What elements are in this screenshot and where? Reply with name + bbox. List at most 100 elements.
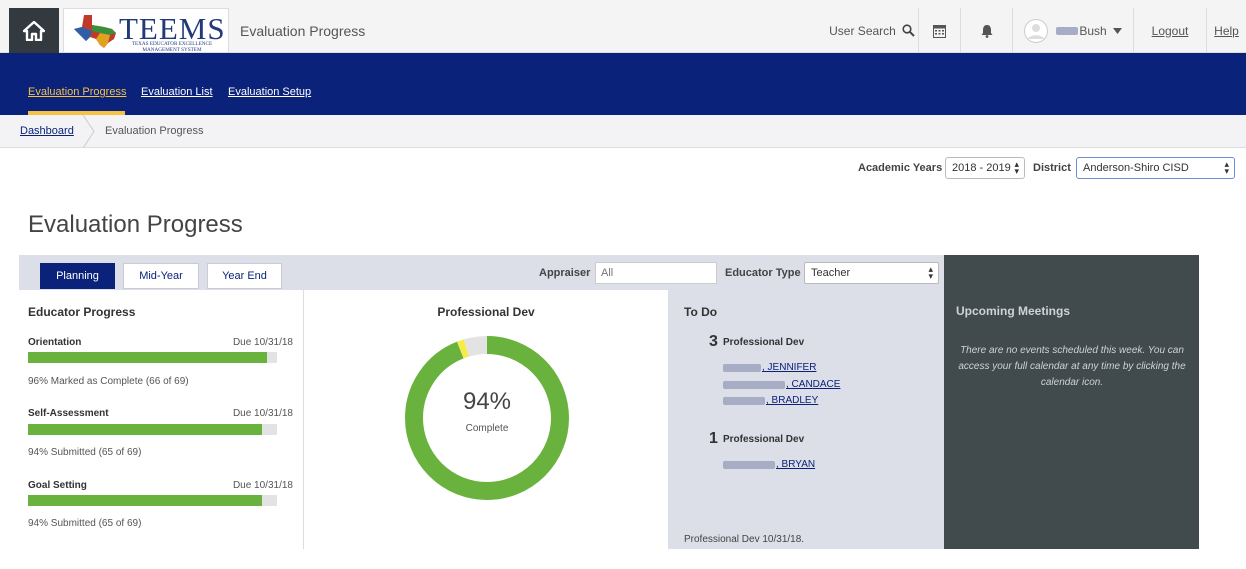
tab-year-end-label: Year End: [222, 270, 267, 282]
redacted-first-name: [1056, 26, 1079, 35]
academic-years-label: Academic Years: [858, 162, 943, 174]
panel-toolbar: Planning Mid-Year Year End Appraiser Edu…: [19, 255, 944, 290]
goal-setting-status: 94% Submitted (65 of 69): [28, 518, 142, 529]
goal-setting-label: Goal Setting: [28, 480, 87, 491]
progress-panel: Planning Mid-Year Year End Appraiser Edu…: [19, 255, 944, 549]
tab-mid-year[interactable]: Mid-Year: [123, 263, 199, 289]
calendar-icon: [933, 24, 946, 38]
upcoming-meetings-panel: Upcoming Meetings There are no events sc…: [944, 255, 1199, 549]
todo-section: To Do 3 Professional Dev , JENNIFER , CA…: [668, 290, 944, 549]
nav-bar: Evaluation Progress Evaluation List Eval…: [0, 53, 1246, 115]
todo-count: 1: [709, 430, 718, 447]
breadcrumb-dashboard-link[interactable]: Dashboard: [20, 125, 74, 137]
educator-type-label: Educator Type: [725, 267, 801, 279]
nav-evaluation-setup[interactable]: Evaluation Setup: [228, 86, 311, 98]
user-name: Bush: [1079, 23, 1107, 38]
educator-progress-section: Educator Progress Orientation Due 10/31/…: [19, 290, 304, 549]
help-label: Help: [1214, 23, 1239, 38]
notifications-button[interactable]: [960, 8, 1012, 53]
upcoming-meetings-title: Upcoming Meetings: [956, 304, 1071, 318]
professional-dev-section: Professional Dev 94% Complete: [304, 290, 668, 549]
user-search-label: User Search: [829, 23, 896, 38]
todo-educator-name: , BRADLEY: [766, 395, 819, 406]
district-select[interactable]: Anderson-Shiro CISD ▴ ▾: [1076, 157, 1235, 179]
redacted-name: [723, 460, 775, 469]
page-title: Evaluation Progress: [28, 211, 243, 238]
self-assessment-label: Self-Assessment: [28, 408, 109, 419]
breadcrumb: Dashboard Evaluation Progress: [0, 115, 1246, 148]
logo-subtitle: TEXAS EDUCATOR EXCELLENCE MANAGEMENT SYS…: [131, 41, 213, 53]
professional-dev-title: Professional Dev: [437, 305, 535, 319]
nav-evaluation-list[interactable]: Evaluation List: [141, 86, 213, 98]
goal-setting-progress-fill: [28, 495, 263, 506]
educator-progress-title: Educator Progress: [28, 305, 136, 319]
select-arrows-icon: ▴ ▾: [1014, 159, 1019, 176]
orientation-progress-fill: [28, 352, 268, 363]
todo-educator-name: , CANDACE: [786, 379, 841, 390]
help-link[interactable]: Help: [1206, 8, 1246, 53]
upcoming-meetings-message: There are no events scheduled this week.…: [958, 345, 1186, 388]
self-assessment-progress-bar: [28, 424, 277, 435]
logout-label: Logout: [1151, 23, 1189, 38]
goal-setting-due: Due 10/31/18: [232, 480, 293, 491]
calendar-button[interactable]: [918, 8, 960, 53]
todo-educator-link[interactable]: , BRYAN: [723, 459, 815, 470]
top-bar: TEEMS TEXAS EDUCATOR EXCELLENCE MANAGEME…: [0, 0, 1246, 53]
select-arrows-icon: ▴ ▾: [928, 264, 933, 281]
redacted-name: [723, 396, 765, 405]
breadcrumb-separator-icon: [82, 115, 95, 148]
redacted-name: [723, 363, 761, 372]
bell-icon: [981, 24, 992, 38]
orientation-label: Orientation: [28, 337, 82, 348]
todo-educator-name: , BRYAN: [776, 459, 816, 470]
teems-logo[interactable]: TEEMS TEXAS EDUCATOR EXCELLENCE MANAGEME…: [63, 8, 229, 53]
nav-evaluation-progress[interactable]: Evaluation Progress: [28, 86, 126, 98]
professional-dev-donut: 94% Complete: [403, 334, 571, 502]
appraiser-label: Appraiser: [539, 267, 591, 279]
texas-map-icon: [74, 15, 116, 48]
home-icon: [23, 20, 45, 41]
tab-mid-year-label: Mid-Year: [139, 270, 183, 282]
breadcrumb-current: Evaluation Progress: [105, 125, 204, 137]
select-arrows-icon: ▴ ▾: [1224, 159, 1229, 176]
avatar: [1024, 18, 1049, 43]
self-assessment-due: Due 10/31/18: [232, 408, 293, 419]
self-assessment-progress-fill: [28, 424, 263, 435]
educator-type-value: Teacher: [811, 267, 851, 279]
district-label: District: [1033, 162, 1071, 174]
appraiser-input[interactable]: [595, 262, 717, 284]
orientation-status: 96% Marked as Complete (66 of 69): [28, 376, 189, 387]
todo-educator-link[interactable]: , BRADLEY: [723, 395, 818, 406]
search-icon: [902, 24, 915, 37]
todo-group-label: Professional Dev: [723, 434, 805, 445]
todo-footer: Professional Dev 10/31/18.: [684, 534, 805, 545]
orientation-progress-bar: [28, 352, 277, 363]
user-menu[interactable]: Bush: [1012, 8, 1133, 53]
donut-percent: 94%: [462, 388, 512, 415]
home-button[interactable]: [9, 8, 59, 53]
tab-year-end[interactable]: Year End: [207, 263, 282, 289]
donut-label: Complete: [465, 423, 509, 434]
todo-educator-link[interactable]: , JENNIFER: [723, 362, 816, 373]
todo-group-label: Professional Dev: [723, 337, 805, 348]
academic-years-select[interactable]: 2018 - 2019 ▴ ▾: [945, 157, 1025, 179]
self-assessment-status: 94% Submitted (65 of 69): [28, 447, 142, 458]
educator-type-select[interactable]: Teacher ▴ ▾: [804, 262, 939, 284]
tab-planning-label: Planning: [56, 270, 99, 282]
donut-segment-complete: [405, 336, 569, 500]
app-title: Evaluation Progress: [240, 23, 366, 39]
user-search-button[interactable]: User Search: [826, 8, 918, 53]
todo-title: To Do: [684, 305, 718, 319]
tab-planning[interactable]: Planning: [40, 263, 115, 289]
district-value: Anderson-Shiro CISD: [1083, 162, 1189, 174]
logout-link[interactable]: Logout: [1133, 8, 1206, 53]
todo-count: 3: [709, 333, 718, 350]
academic-years-value: 2018 - 2019: [952, 162, 1011, 174]
chevron-down-icon: [1112, 27, 1122, 34]
redacted-name: [723, 380, 785, 389]
goal-setting-progress-bar: [28, 495, 277, 506]
orientation-due: Due 10/31/18: [232, 337, 293, 348]
todo-educator-name: , JENNIFER: [762, 362, 817, 373]
donut-chart: [405, 336, 569, 500]
todo-educator-link[interactable]: , CANDACE: [723, 379, 840, 390]
